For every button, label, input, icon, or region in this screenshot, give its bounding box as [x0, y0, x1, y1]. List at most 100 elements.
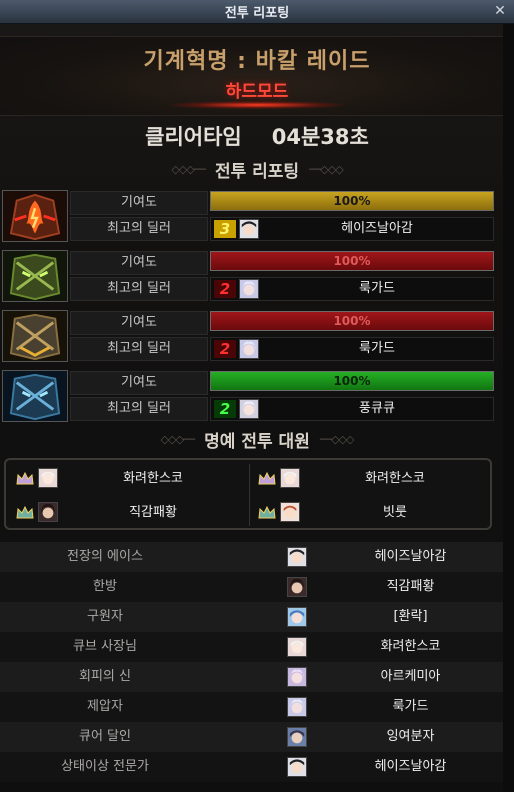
honor-section-label: 명예 전투 대원 [204, 431, 310, 452]
award-title: 전장의 에이스 [67, 549, 143, 564]
avatar [38, 502, 58, 522]
battle-report-panel: 기계혁명 : 바칼 레이드 하드모드 클리어타임 04분38초 ◇◇◇── 전투… [0, 24, 514, 792]
avatar [287, 547, 307, 567]
rank-badge: 2 [214, 400, 236, 418]
award-player: 아르케미아 [380, 669, 441, 684]
award-player: 헤이즈날아감 [374, 549, 447, 564]
member-name: 빗룻 [383, 505, 407, 520]
award-player: 룩가드 [392, 699, 429, 714]
window-title: 전투 리포팅 [224, 6, 290, 21]
award-row: 상태이상 전문가 헤이즈날아감 [0, 752, 503, 782]
award-row: 구원자 [환락] [0, 602, 503, 632]
contribution-label: 기여도 [70, 371, 208, 395]
dungeon-header: 기계혁명 : 바칼 레이드 하드모드 [0, 36, 514, 116]
dealer-name: 룩가드 [359, 341, 395, 356]
avatar [38, 468, 58, 488]
difficulty-mode: 하드모드 [225, 82, 289, 102]
contribution-label: 기여도 [70, 251, 208, 275]
honor-section-title: ◇◇◇── 명예 전투 대원 ──◇◇◇ [0, 426, 514, 452]
award-title: 한방 [93, 579, 117, 594]
award-row: 전장의 에이스 헤이즈날아감 [0, 542, 503, 572]
top-dealer-label: 최고의 딜러 [70, 217, 208, 241]
dealer-name: 헤이즈날아감 [341, 221, 413, 236]
crown-icon [16, 472, 34, 485]
contribution-label: 기여도 [70, 191, 208, 215]
clear-time: 클리어타임 04분38초 [0, 116, 514, 156]
dungeon-name: 기계혁명 : 바칼 레이드 [143, 49, 371, 74]
dealer-name: 룩가드 [359, 281, 395, 296]
window-titlebar: 전투 리포팅 ✕ [0, 0, 514, 24]
avatar [287, 577, 307, 597]
ice-mask-boss-icon [2, 370, 68, 422]
top-dealer-label: 최고의 딜러 [70, 397, 208, 421]
award-title: 큐브 사장님 [73, 639, 137, 654]
avatar [287, 667, 307, 687]
gold-mask-boss-icon [2, 310, 68, 362]
close-icon[interactable]: ✕ [492, 3, 508, 19]
top-dealer: 2 룩가드 [210, 337, 494, 361]
avatar [287, 757, 307, 777]
contribution-bar: 100% [210, 251, 494, 271]
award-row: 큐브 사장님 화려한스코 [0, 632, 503, 662]
contribution-label: 기여도 [70, 311, 208, 335]
award-row: 제압자 룩가드 [0, 692, 503, 722]
award-title: 회피의 신 [79, 669, 131, 684]
honor-member: 화려한스코 [8, 462, 248, 496]
boss-row: 기여도 최고의 딜러 100% 2 룩가드 [2, 310, 494, 362]
member-name: 화려한스코 [365, 471, 425, 486]
crown-icon [16, 506, 34, 519]
avatar [287, 637, 307, 657]
ornament-left: ◇◇◇── [171, 162, 206, 176]
clear-time-value: 04분38초 [271, 125, 369, 149]
ornament-right: ──◇◇◇ [309, 162, 344, 176]
scrollbar[interactable] [503, 24, 514, 792]
award-player: 직감패황 [386, 579, 435, 594]
award-player: 잉여분자 [386, 729, 435, 744]
avatar [239, 399, 259, 419]
award-title: 구원자 [87, 609, 123, 624]
member-name: 직감패황 [129, 505, 177, 520]
clear-time-label: 클리어타임 [145, 125, 242, 149]
crown-icon [258, 472, 276, 485]
top-dealer: 2 풍큐큐 [210, 397, 494, 421]
award-title: 상태이상 전문가 [61, 759, 149, 774]
battle-section-title: ◇◇◇── 전투 리포팅 ──◇◇◇ [0, 156, 514, 182]
award-title: 큐어 달인 [79, 729, 131, 744]
avatar [287, 727, 307, 747]
avatar [239, 339, 259, 359]
award-player: 헤이즈날아감 [374, 759, 447, 774]
award-player: [환락] [393, 609, 428, 624]
rank-badge: 2 [214, 340, 236, 358]
boss-row: 기여도 최고의 딜러 100% 3 헤이즈날아감 [2, 190, 494, 242]
award-title: 제압자 [87, 699, 123, 714]
avatar [239, 279, 259, 299]
award-row: 큐어 달인 잉여분자 [0, 722, 503, 752]
top-dealer: 3 헤이즈날아감 [210, 217, 494, 241]
award-row: 한방 직감패황 [0, 572, 503, 602]
avatar [239, 219, 259, 239]
green-mask-boss-icon [2, 250, 68, 302]
avatar [287, 607, 307, 627]
award-player: 화려한스코 [380, 639, 441, 654]
member-name: 화려한스코 [123, 471, 183, 486]
honor-members-box: 화려한스코 화려한스코 직감패황 빗룻 [4, 458, 492, 530]
battle-section-label: 전투 리포팅 [214, 161, 300, 182]
top-dealer-label: 최고의 딜러 [70, 337, 208, 361]
boss-row: 기여도 최고의 딜러 100% 2 풍큐큐 [2, 370, 494, 422]
avatar [287, 697, 307, 717]
award-list: 전장의 에이스 헤이즈날아감 한방 직감패황 구원자 [환락] 큐브 사장님 화… [0, 542, 514, 782]
ornament-right: ──◇◇◇ [319, 432, 355, 446]
contribution-bar: 100% [210, 371, 494, 391]
dealer-name: 풍큐큐 [359, 401, 395, 416]
boss-row: 기여도 최고의 딜러 100% 2 룩가드 [2, 250, 494, 302]
rank-badge: 2 [214, 280, 236, 298]
ornament-left: ◇◇◇── [160, 432, 196, 446]
rank-badge: 3 [214, 220, 236, 238]
contribution-bar: 100% [210, 191, 494, 211]
honor-member: 직감패황 [8, 496, 248, 530]
avatar [280, 502, 300, 522]
mode-glow [170, 101, 344, 109]
award-row: 회피의 신 아르케미아 [0, 662, 503, 692]
crown-icon [258, 506, 276, 519]
avatar [280, 468, 300, 488]
